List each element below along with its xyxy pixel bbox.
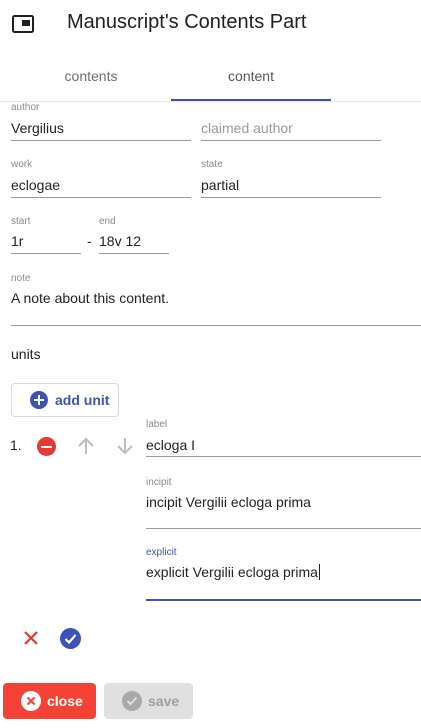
work-field[interactable]: eclogae: [11, 177, 60, 193]
claimed-author-underline: [201, 140, 381, 141]
close-label: close: [47, 693, 83, 709]
start-underline: [11, 253, 81, 254]
window-icon: [12, 15, 34, 33]
state-label: state: [201, 159, 223, 170]
explicit-field[interactable]: explicit Vergilii ecloga prima: [146, 564, 320, 582]
save-button[interactable]: save: [104, 683, 193, 719]
tab-content[interactable]: content: [171, 64, 331, 100]
start-field[interactable]: 1r: [11, 233, 23, 249]
incipit-field[interactable]: incipit Vergilii ecloga prima: [146, 494, 311, 510]
start-label: start: [11, 216, 31, 227]
tab-divider: [0, 101, 421, 102]
discard-icon[interactable]: [22, 629, 40, 647]
remove-unit-icon[interactable]: [37, 437, 56, 456]
claimed-author-field[interactable]: claimed author: [201, 120, 293, 136]
add-unit-label: add unit: [55, 392, 110, 408]
add-unit-button[interactable]: add unit: [11, 383, 119, 417]
state-underline: [201, 197, 381, 198]
check-icon: [64, 634, 77, 645]
text-caret: [318, 564, 320, 580]
author-label: author: [11, 102, 40, 113]
page-title: Manuscript's Contents Part: [67, 11, 307, 33]
unit-number: 1.: [10, 437, 22, 453]
unit-label-field[interactable]: ecloga I: [146, 437, 195, 453]
incipit-underline: [146, 528, 421, 529]
explicit-caption: explicit: [146, 547, 177, 558]
author-field[interactable]: Vergilius: [11, 120, 64, 136]
units-title: units: [11, 346, 41, 362]
save-unit-icon[interactable]: [60, 628, 81, 649]
note-underline: [11, 325, 421, 326]
note-field[interactable]: A note about this content.: [11, 290, 169, 306]
unit-label-underline: [146, 456, 421, 457]
work-underline: [11, 197, 191, 198]
end-label: end: [99, 216, 116, 227]
active-tab-indicator: [171, 99, 331, 101]
check-circle-icon: [122, 691, 142, 711]
tab-contents[interactable]: contents: [11, 64, 171, 100]
explicit-underline: [146, 599, 421, 601]
save-label: save: [148, 693, 180, 709]
explicit-value: explicit Vergilii ecloga prima: [146, 564, 318, 580]
close-button[interactable]: close: [3, 683, 96, 719]
end-underline: [99, 253, 169, 254]
incipit-caption: incipit: [146, 477, 172, 488]
move-down-icon[interactable]: [116, 436, 134, 456]
note-label: note: [11, 273, 31, 284]
state-field[interactable]: partial: [201, 177, 239, 193]
close-circle-icon: [21, 691, 41, 711]
range-separator: -: [87, 233, 92, 249]
author-underline: [11, 140, 191, 141]
unit-label-caption: label: [146, 419, 168, 430]
move-up-icon[interactable]: [77, 436, 95, 456]
add-circle-icon: [30, 391, 48, 409]
end-field[interactable]: 18v 12: [99, 233, 141, 249]
work-label: work: [11, 159, 33, 170]
